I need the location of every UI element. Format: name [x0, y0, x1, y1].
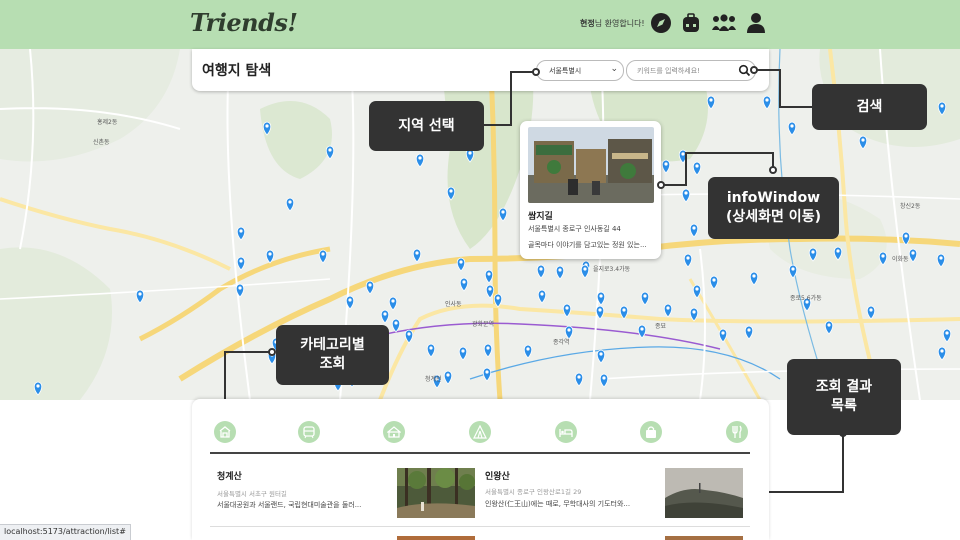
attraction-icon — [219, 426, 231, 438]
callout-results-line1: 조회 결과 — [815, 379, 873, 396]
result-address: 서울특별시 서초구 원터길 — [217, 490, 287, 498]
result-description: 서울대공원과 서울랜드, 국립현대미술관을 둘러... — [217, 501, 362, 509]
callout-region: 지역 선택 — [369, 101, 484, 151]
callout-results-line2: 목록 — [831, 398, 857, 414]
festival-icon — [387, 426, 401, 438]
category-shopping-button[interactable] — [640, 421, 662, 443]
row-divider — [210, 526, 750, 527]
result-thumbnail[interactable] — [665, 468, 743, 518]
category-attraction-button[interactable] — [214, 421, 236, 443]
result-title[interactable]: 인왕산 — [485, 469, 510, 482]
category-leisure-button[interactable] — [469, 421, 491, 443]
category-lodging-button[interactable] — [555, 421, 577, 443]
callout-region-text: 지역 선택 — [398, 117, 455, 134]
callout-infowindow-line2: (상세화면 이동) — [726, 209, 821, 225]
category-culture-button[interactable] — [298, 421, 320, 443]
next-thumbnail-peek — [665, 536, 743, 540]
result-title[interactable]: 청계산 — [217, 469, 242, 482]
callout-search-text: 검색 — [856, 98, 883, 115]
result-thumbnail[interactable] — [397, 468, 475, 518]
callout-results: 조회 결과 목록 — [787, 359, 901, 435]
status-bar-url: localhost:5173/attraction/list# — [0, 524, 131, 540]
food-icon — [732, 425, 742, 438]
callout-category-line1: 카테고리별 — [300, 337, 365, 354]
category-food-button[interactable] — [726, 421, 748, 443]
callout-category-line2: 조회 — [319, 356, 346, 372]
callout-category: 카테고리별 조회 — [276, 325, 389, 385]
shopping-icon — [646, 426, 656, 438]
list-divider — [210, 452, 750, 454]
callout-infowindow: infoWindow (상세화면 이동) — [708, 177, 839, 239]
result-address: 서울특별시 종로구 인왕산로1길 29 — [485, 488, 582, 496]
callout-search: 검색 — [812, 84, 927, 130]
lodging-icon — [559, 429, 573, 437]
leisure-icon — [473, 425, 487, 439]
callout-infowindow-line1: infoWindow — [726, 190, 821, 207]
culture-icon — [303, 426, 315, 439]
result-description: 인왕산(仁王山)에는 때로, 무학대사의 기도터와... — [485, 500, 631, 508]
next-thumbnail-peek — [397, 536, 475, 540]
category-festival-button[interactable] — [383, 421, 405, 443]
